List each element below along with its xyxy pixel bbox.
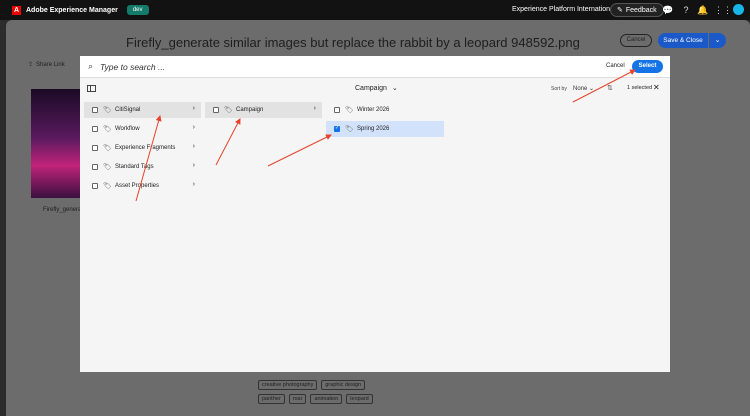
chevron-down-icon: ⌄ (589, 86, 595, 92)
picker-toolbar: Campaign ⌄ Sort by None ⌄ ⇅ 1 selected ✕ (80, 78, 670, 100)
tag-icon: 🏷 (345, 126, 354, 133)
chevron-right-icon[interactable]: › (193, 124, 195, 131)
column-browser: 🏷 CitiSignal › 🏷 Workflow › 🏷 Experience… (80, 100, 670, 372)
apps-grid-icon[interactable]: ⋮⋮ (714, 4, 732, 16)
tag-list: creative photography graphic design (258, 380, 366, 390)
app-title[interactable]: Adobe Experience Manager (26, 7, 118, 14)
feedback-icon: ✎ (617, 7, 623, 14)
list-item[interactable]: 🏷 Standard Tags › (84, 159, 201, 175)
search-input[interactable] (100, 60, 400, 74)
tag-icon: 🏷 (103, 145, 112, 152)
tag-chip[interactable]: creative photography (258, 380, 318, 390)
tag-icon: 🏷 (103, 183, 112, 190)
avatar[interactable] (733, 4, 744, 15)
tag-icon: 🏷 (224, 107, 233, 114)
tag-icon: 🏷 (103, 164, 112, 171)
tag-chip[interactable]: animation (310, 394, 343, 404)
checkbox[interactable] (334, 107, 340, 113)
list-item[interactable]: 🏷 Asset Properties › (84, 178, 201, 194)
checkbox[interactable] (213, 107, 219, 113)
asset-thumbnail-caption: Firefly_generat (43, 207, 84, 213)
checkbox[interactable] (92, 126, 98, 132)
chevron-down-icon: ⌄ (391, 85, 398, 92)
checkbox[interactable] (92, 183, 98, 189)
column-campaign: 🏷 Winter 2026 🏷 Spring 2026 (326, 102, 444, 140)
org-switcher[interactable]: Experience Platform International (512, 6, 616, 13)
tag-chip[interactable]: roar (288, 394, 307, 404)
tag-icon: 🏷 (103, 107, 112, 114)
toggle-rail-icon[interactable] (87, 85, 96, 92)
checkbox-checked[interactable] (334, 125, 340, 132)
list-item[interactable]: 🏷 Winter 2026 (326, 102, 444, 118)
dialog-select-button[interactable]: Select (632, 60, 663, 73)
chevron-right-icon[interactable]: › (193, 162, 195, 169)
list-item[interactable]: 🏷 Campaign › (205, 102, 322, 118)
tag-chip[interactable]: leopard (346, 394, 373, 404)
help-icon[interactable]: ? (680, 4, 692, 16)
search-icon: ⌕ (88, 61, 94, 71)
dialog-cancel-button[interactable]: Cancel (606, 63, 625, 69)
column-citisignal: 🏷 Campaign › (205, 102, 322, 121)
chevron-right-icon[interactable]: › (193, 181, 195, 188)
tag-icon: 🏷 (345, 107, 354, 114)
clear-selection-icon[interactable]: ✕ (653, 83, 660, 92)
search-bar: ⌕ Cancel Select (80, 56, 670, 78)
bell-icon[interactable]: 🔔 (697, 4, 709, 16)
checkbox[interactable] (92, 107, 98, 113)
chevron-right-icon[interactable]: › (193, 105, 195, 112)
sort-order-icon[interactable]: ⇅ (607, 84, 613, 92)
share-link-button[interactable]: ⇪ Share Link (28, 61, 65, 69)
page-title: Firefly_generate similar images but repl… (126, 35, 580, 50)
list-item[interactable]: 🏷 Experience Fragments › (84, 140, 201, 156)
adobe-logo[interactable]: A (12, 5, 21, 15)
tag-picker-dialog: ⌕ Cancel Select Campaign ⌄ Sort by None … (80, 56, 670, 372)
save-close-button[interactable]: Save & Close (658, 33, 708, 48)
feedback-button[interactable]: ✎ Feedback (610, 3, 664, 17)
chat-icon[interactable]: 💬 (662, 4, 674, 16)
selected-count: 1 selected (627, 85, 653, 91)
tag-chip[interactable]: panther (258, 394, 285, 404)
asset-thumbnail[interactable] (31, 89, 81, 198)
list-item[interactable]: 🏷 Spring 2026 (326, 121, 444, 137)
column-root: 🏷 CitiSignal › 🏷 Workflow › 🏷 Experience… (84, 102, 201, 197)
chevron-right-icon[interactable]: › (193, 143, 195, 150)
top-navigation-bar: A Adobe Experience Manager dev Experienc… (0, 0, 750, 20)
checkbox[interactable] (92, 145, 98, 151)
breadcrumb[interactable]: Campaign ⌄ (355, 84, 398, 93)
checkbox[interactable] (92, 164, 98, 170)
sort-by-dropdown[interactable]: None ⌄ (573, 85, 594, 92)
cancel-button[interactable]: Cancel (620, 34, 652, 47)
chevron-right-icon[interactable]: › (314, 105, 316, 112)
tag-list: panther roar animation leopard (258, 394, 373, 404)
share-icon: ⇪ (28, 62, 34, 68)
tag-icon: 🏷 (103, 126, 112, 133)
list-item[interactable]: 🏷 Workflow › (84, 121, 201, 137)
tag-chip[interactable]: graphic design (321, 380, 366, 390)
list-item[interactable]: 🏷 CitiSignal › (84, 102, 201, 118)
save-options-chevron-icon[interactable]: ⌄ (709, 33, 726, 48)
environment-badge: dev (126, 5, 149, 15)
sort-by-label: Sort by (551, 86, 567, 92)
